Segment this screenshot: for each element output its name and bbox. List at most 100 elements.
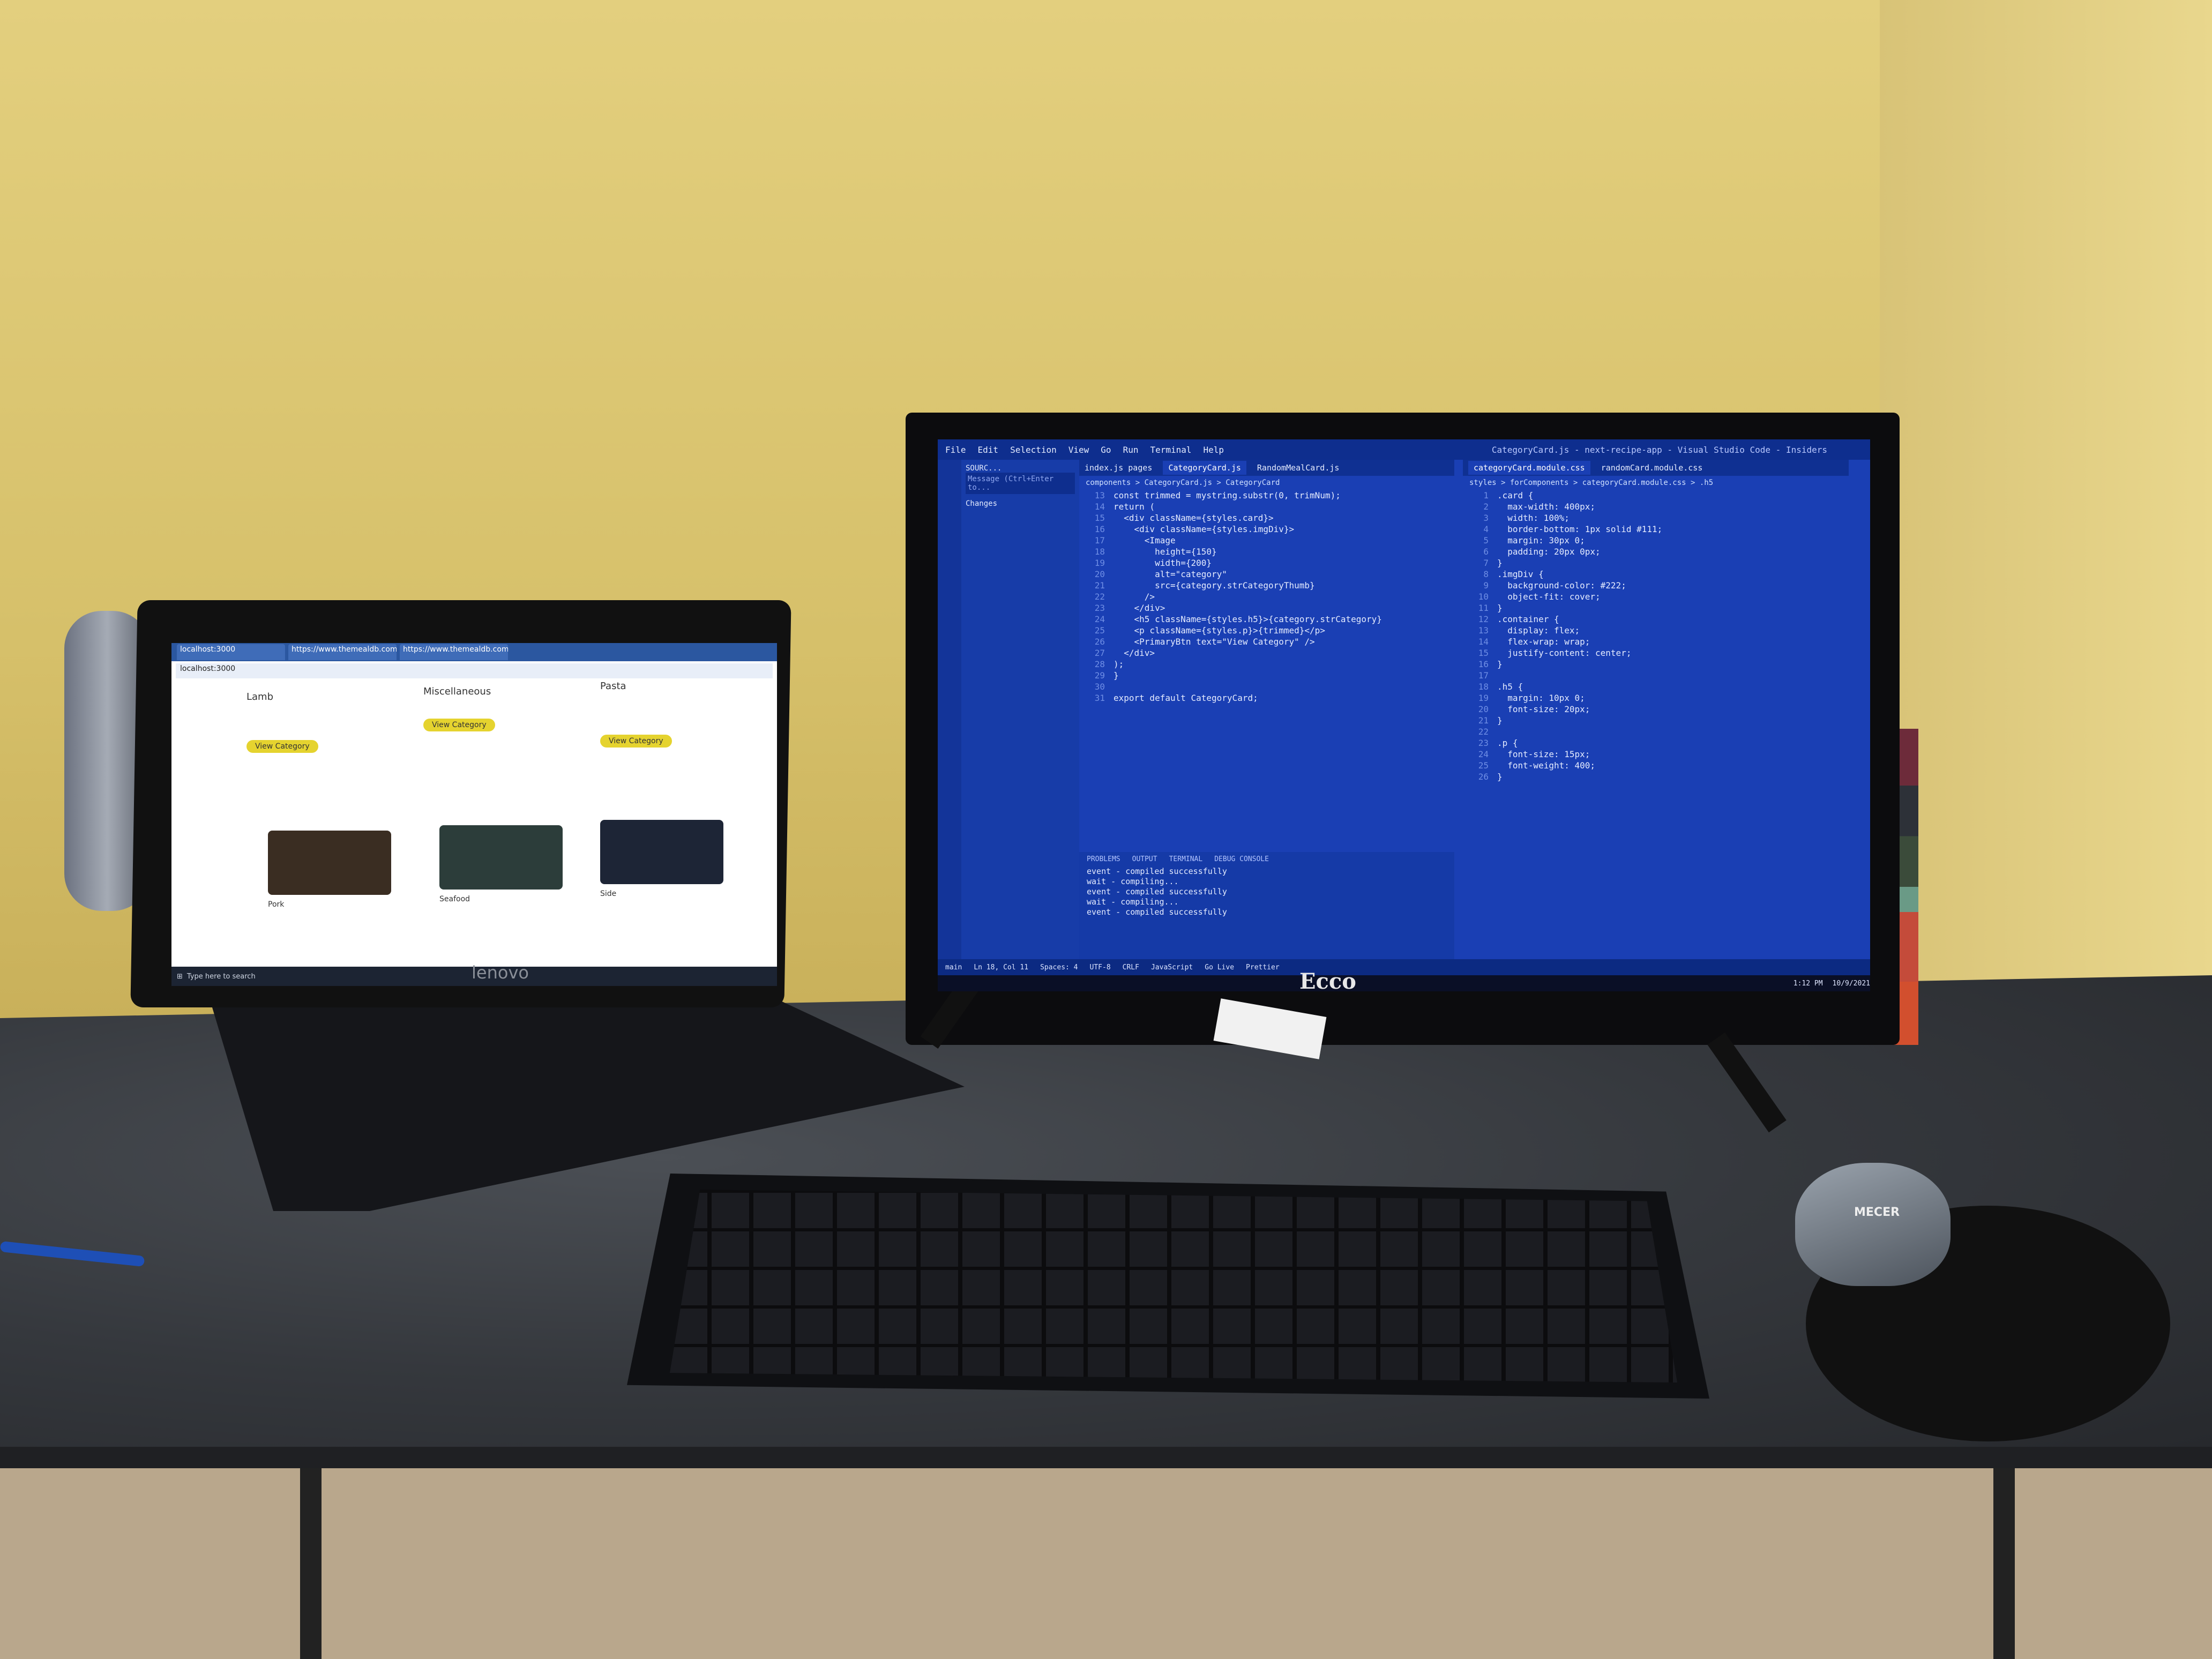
commit-message-input[interactable]: Message (Ctrl+Enter to...: [966, 473, 1075, 494]
menu-run[interactable]: Run: [1123, 445, 1139, 455]
branch-indicator[interactable]: main: [945, 963, 962, 972]
keyboard-keys[interactable]: [670, 1190, 1677, 1382]
changes-section[interactable]: Changes: [966, 499, 1075, 508]
code-line: 9 background-color: #222;: [1470, 580, 1849, 591]
tab-randommealcard-js[interactable]: RandomMealCard.js: [1257, 463, 1340, 473]
line-number: 14: [1478, 637, 1489, 647]
code-line: 1 .card {: [1470, 490, 1849, 501]
line-ending[interactable]: CRLF: [1123, 963, 1139, 972]
line-number: 17: [1478, 670, 1489, 681]
view-category-button[interactable]: View Category: [246, 740, 318, 753]
tab-debug-console[interactable]: DEBUG CONSOLE: [1214, 855, 1269, 863]
code-text: }: [1497, 772, 1503, 782]
code-text: );: [1114, 659, 1124, 669]
tab-categorycard-css[interactable]: categoryCard.module.css: [1468, 461, 1590, 475]
editor-tabs: categoryCard.module.css randomCard.modul…: [1463, 460, 1849, 476]
address-bar[interactable]: localhost:3000: [176, 663, 773, 678]
line-number: 19: [1478, 693, 1489, 703]
menu-help[interactable]: Help: [1204, 445, 1224, 455]
menu-go[interactable]: Go: [1101, 445, 1111, 455]
taskbar-search[interactable]: Type here to search: [187, 973, 256, 981]
card-title: Pork: [268, 900, 285, 909]
go-live-button[interactable]: Go Live: [1205, 963, 1234, 972]
code-text: font-size: 15px;: [1497, 749, 1590, 759]
browser-tab[interactable]: localhost:3000: [177, 644, 285, 660]
line-number: 16: [1094, 524, 1105, 534]
menu-edit[interactable]: Edit: [978, 445, 999, 455]
windows-icon[interactable]: ⊞: [177, 973, 183, 981]
tab-terminal[interactable]: TERMINAL: [1169, 855, 1203, 863]
tab-problems[interactable]: PROBLEMS: [1087, 855, 1120, 863]
code-text: <p className={styles.p}>{trimmed}</p>: [1114, 625, 1325, 636]
code-text: src={category.strCategoryThumb}: [1114, 580, 1315, 591]
code-line: 21 src={category.strCategoryThumb}: [1087, 580, 1454, 591]
line-number: 18: [1094, 547, 1105, 557]
tab-output[interactable]: OUTPUT: [1132, 855, 1157, 863]
prettier-status[interactable]: Prettier: [1246, 963, 1280, 972]
line-number: 20: [1478, 704, 1489, 714]
code-text: margin: 30px 0;: [1497, 535, 1585, 545]
line-number: 4: [1483, 524, 1489, 534]
code-line: 18 .h5 {: [1470, 681, 1849, 692]
indentation[interactable]: Spaces: 4: [1040, 963, 1078, 972]
code-line: 6 padding: 20px 0px;: [1470, 546, 1849, 557]
cursor-position[interactable]: Ln 18, Col 11: [974, 963, 1028, 972]
line-number: 23: [1478, 738, 1489, 748]
card-title: Miscellaneous: [423, 686, 491, 697]
clock-time[interactable]: 1:12 PM: [1793, 980, 1823, 988]
menu-selection[interactable]: Selection: [1010, 445, 1057, 455]
code-area[interactable]: 1 .card {2 max-width: 400px; 3 width: 100%…: [1463, 490, 1849, 782]
line-number: 7: [1483, 558, 1489, 568]
code-line: 26}: [1470, 771, 1849, 782]
view-category-button[interactable]: View Category: [423, 719, 495, 731]
code-text: }: [1497, 659, 1503, 669]
code-text: }: [1497, 558, 1503, 568]
menu-file[interactable]: File: [945, 445, 966, 455]
code-text: object-fit: cover;: [1497, 592, 1601, 602]
code-line: 22 />: [1087, 591, 1454, 602]
wall-corner: [1880, 0, 2212, 1125]
menu-terminal[interactable]: Terminal: [1150, 445, 1191, 455]
code-text: .p {: [1497, 738, 1518, 748]
clock-date[interactable]: 10/9/2021: [1833, 980, 1870, 988]
browser-tab[interactable]: https://www.themealdb.com/a...: [288, 644, 397, 660]
category-card: Lamb View Category: [246, 691, 407, 753]
desk-leg-left: [300, 1468, 322, 1659]
code-text: <h5 className={styles.h5}>{category.strC…: [1114, 614, 1382, 624]
windows-taskbar: 1:12 PM 10/9/2021: [938, 975, 1870, 991]
code-line: 7}: [1470, 557, 1849, 569]
code-text: width: 100%;: [1497, 513, 1570, 523]
activity-bar: [938, 460, 961, 959]
code-line: 25 font-weight: 400;: [1470, 760, 1849, 771]
tab-randomcard-css[interactable]: randomCard.module.css: [1601, 463, 1703, 473]
code-line: 19 width={200}: [1087, 557, 1454, 569]
language-mode[interactable]: JavaScript: [1151, 963, 1193, 972]
line-number: 11: [1478, 603, 1489, 613]
line-number: 29: [1094, 670, 1105, 681]
line-number: 23: [1094, 603, 1105, 613]
browser-tab[interactable]: https://www.themealdb.com/a...: [400, 644, 508, 660]
view-category-button[interactable]: View Category: [600, 735, 672, 748]
vscode-window: File Edit Selection View Go Run Terminal…: [938, 439, 1870, 991]
code-area[interactable]: 13 const trimmed = mystring.substr(0, tri…: [1079, 490, 1454, 704]
menu-view[interactable]: View: [1068, 445, 1089, 455]
mouse[interactable]: MECER: [1795, 1163, 1951, 1286]
code-text: flex-wrap: wrap;: [1497, 637, 1590, 647]
encoding[interactable]: UTF-8: [1090, 963, 1111, 972]
code-text: .imgDiv {: [1497, 569, 1544, 579]
code-line: 31 export default CategoryCard;: [1087, 692, 1454, 704]
line-number: 16: [1478, 659, 1489, 669]
code-line: 17 <Image: [1087, 535, 1454, 546]
code-text: }: [1114, 670, 1119, 681]
code-line: 20 alt="category": [1087, 569, 1454, 580]
code-line: 15 <div className={styles.card}>: [1087, 512, 1454, 524]
card-title: Side: [600, 890, 617, 898]
code-line: 24 font-size: 15px;: [1470, 749, 1849, 760]
line-number: 15: [1478, 648, 1489, 658]
tab-index-js[interactable]: index.js pages: [1085, 463, 1152, 473]
laptop-logo: lenovo: [472, 962, 529, 983]
line-number: 20: [1094, 569, 1105, 579]
code-line: 22: [1470, 726, 1849, 737]
tab-categorycard-js[interactable]: CategoryCard.js: [1163, 461, 1246, 475]
code-line: 19 margin: 10px 0;: [1470, 692, 1849, 704]
